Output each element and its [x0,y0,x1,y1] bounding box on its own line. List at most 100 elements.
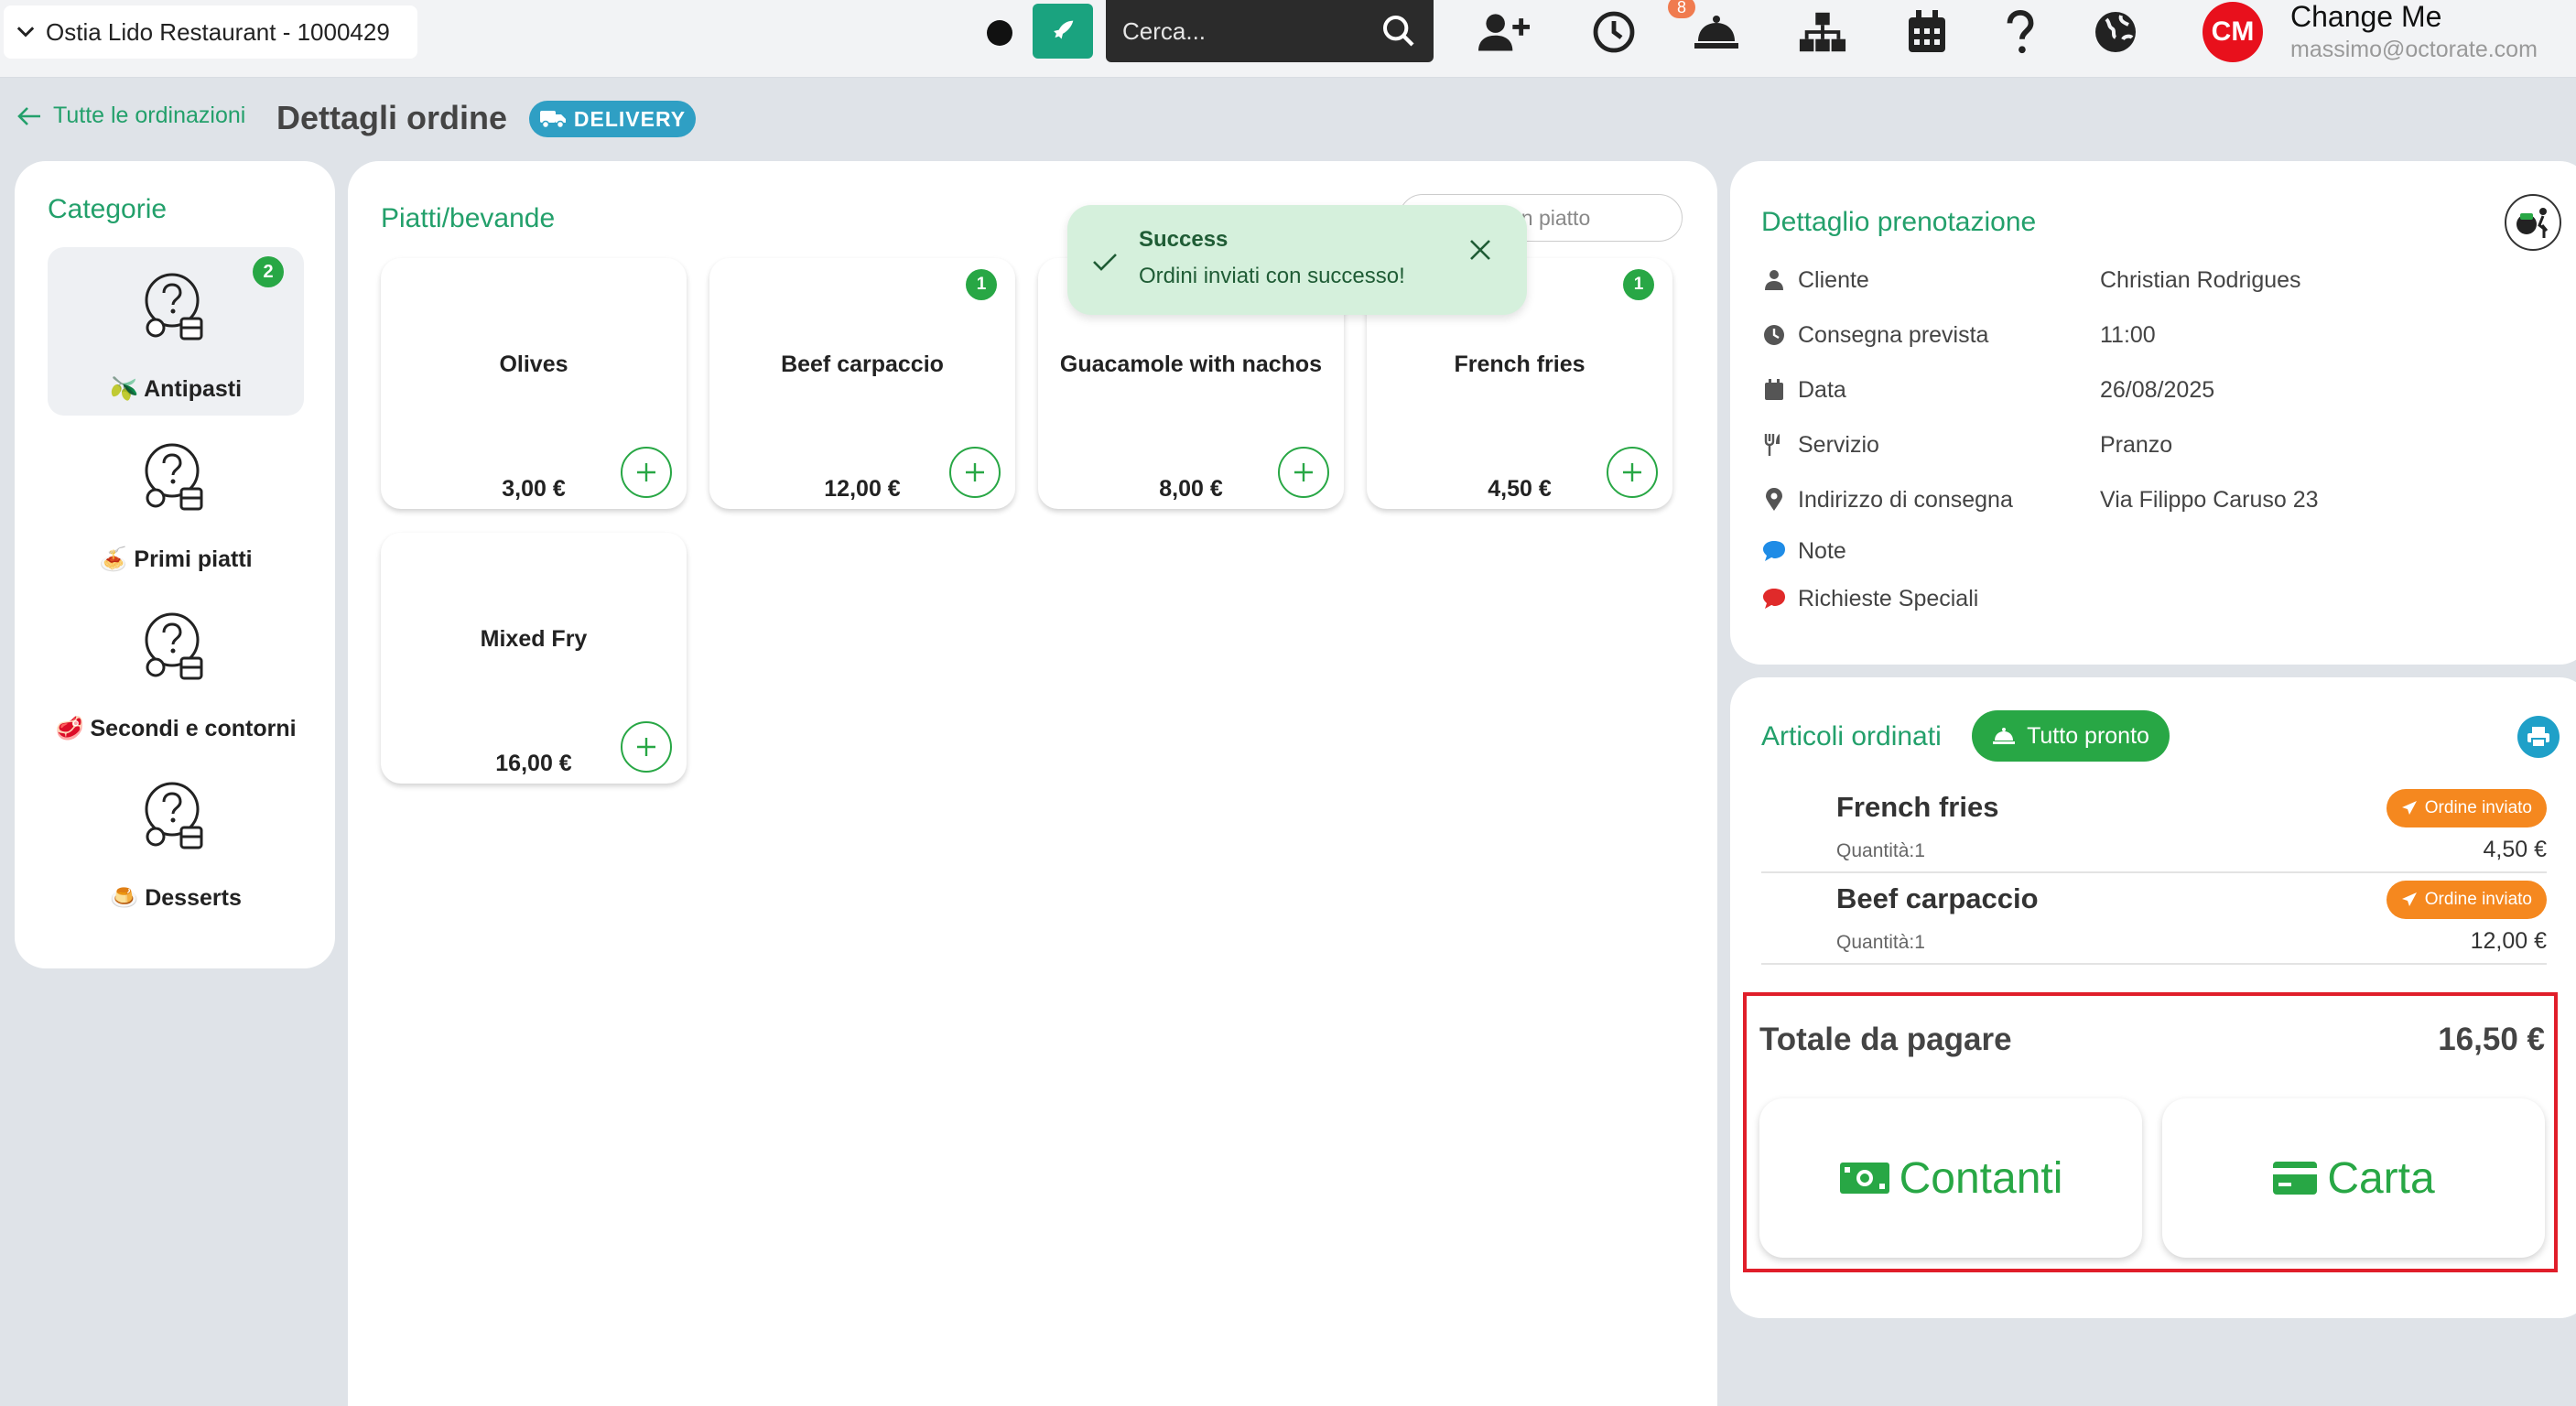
dish-name: Beef carpaccio [781,352,944,377]
service-bell-icon[interactable] [1690,5,1743,59]
arrow-left-icon [17,106,40,125]
delivery-mode-icon[interactable] [2505,194,2561,251]
pay-card-button[interactable]: Carta [2162,1098,2545,1258]
globe-icon[interactable] [2089,5,2142,59]
booking-row-special-requests: Richieste Speciali [1761,580,1978,617]
search-icon[interactable] [1380,13,1417,49]
rocket-button[interactable] [1033,4,1093,59]
ordered-item-name: Beef carpaccio [1836,882,2039,914]
food-placeholder-icon [145,782,203,849]
add-dish-button[interactable] [1278,447,1329,498]
avatar[interactable]: CM [2203,2,2263,62]
booking-title: Dettaglio prenotazione [1761,207,2037,237]
send-icon [2401,892,2417,906]
dish-name: Guacamole with nachos [1059,352,1323,377]
user-name: Change Me [2290,0,2442,33]
clock-icon[interactable] [1587,5,1640,59]
plus-icon [1623,463,1641,481]
add-dish-button[interactable] [621,447,672,498]
category-secondi-contorni[interactable]: 🥩 Secondi e contorni [48,587,304,755]
booking-row-service: Servizio [1761,427,1879,463]
category-desserts[interactable]: 🍮 Desserts [48,756,304,925]
booking-row-date: Data [1761,372,1846,408]
restaurant-selector[interactable]: Ostia Lido Restaurant - 1000429 [4,5,417,59]
help-icon[interactable] [1994,5,2047,59]
food-placeholder-icon [145,612,203,680]
dish-count-badge: 1 [1623,269,1654,300]
add-dish-button[interactable] [621,721,672,773]
booking-value-service: Pranzo [2100,432,2173,458]
category-antipasti[interactable]: 2 🫒 Antipasti [48,247,304,416]
pay-cash-button[interactable]: Contanti [1759,1098,2142,1258]
category-primi-piatti[interactable]: 🍝 Primi piatti [48,417,304,586]
order-status-badge: Ordine inviato [2386,881,2547,919]
top-bar: Ostia Lido Restaurant - 1000429 Cerca...… [0,0,2576,78]
booking-details-panel: Dettaglio prenotazione Cliente Christian… [1730,161,2576,665]
total-label: Totale da pagare [1759,1022,2012,1057]
add-dish-button[interactable] [949,447,1001,498]
booking-label: Indirizzo di consegna [1798,486,2013,513]
booking-value-client: Christian Rodrigues [2100,267,2301,293]
add-user-icon[interactable] [1477,5,1531,59]
toast-message: Ordini inviati con successo! [1139,264,1405,288]
print-button[interactable] [2517,716,2560,758]
booking-value-delivery-time: 11:00 [2100,322,2156,348]
dish-name: Olives [499,352,568,377]
food-placeholder-icon [145,273,203,341]
booking-label: Richieste Speciali [1798,585,1979,611]
calendar-icon [1761,379,1787,401]
booking-value-address: Via Filippo Caruso 23 [2100,487,2319,513]
back-link-label: Tutte le ordinazioni [53,103,246,128]
calendar-icon[interactable] [1900,5,1954,59]
ordered-item-price: 4,50 € [2483,837,2547,862]
restaurant-name: Ostia Lido Restaurant - 1000429 [46,17,390,46]
send-icon [2401,801,2417,815]
booking-row-address: Indirizzo di consegna [1761,481,2013,518]
all-ready-label: Tutto pronto [2027,722,2149,749]
booking-value-date: 26/08/2025 [2100,377,2215,403]
payment-section: Totale da pagare 16,50 € Contanti Carta [1743,992,2558,1272]
sitemap-icon[interactable] [1796,5,1849,59]
categories-panel: Categorie 2 🫒 Antipasti 🍝 Primi piatti 🥩… [15,161,335,968]
search-placeholder: Cerca... [1122,16,1207,45]
all-ready-button[interactable]: Tutto pronto [1972,710,2170,762]
user-email: massimo@octorate.com [2290,37,2538,62]
plus-icon [966,463,984,481]
booking-label: Note [1798,537,1846,564]
order-status-label: Ordine inviato [2424,890,2532,909]
ordered-item: Beef carpaccio Quantità:1 Ordine inviato… [1761,871,2547,965]
food-placeholder-icon [145,443,203,511]
ordered-item: French fries Quantità:1 Ordine inviato 4… [1761,780,2547,873]
add-dish-button[interactable] [1607,447,1658,498]
dish-card-beef-carpaccio[interactable]: 1 Beef carpaccio 12,00 € [709,258,1015,509]
ordered-item-price: 12,00 € [2470,928,2547,954]
check-icon [1093,254,1117,271]
pay-cash-label: Contanti [1899,1153,2063,1203]
plus-icon [1294,463,1313,481]
success-toast: Success Ordini inviati con successo! [1067,205,1527,315]
plus-icon [637,463,655,481]
money-bill-icon [1839,1163,1889,1194]
dish-card-mixed-fry[interactable]: Mixed Fry 16,00 € [381,533,687,784]
plus-icon [637,738,655,756]
map-pin-icon [1761,488,1787,512]
category-label: 🍮 Desserts [110,885,242,911]
category-count-badge: 2 [253,256,284,287]
status-indicator [987,20,1012,46]
category-label: 🫒 Antipasti [109,376,243,402]
booking-label: Servizio [1798,431,1879,458]
toast-title: Success [1139,227,1228,252]
pay-card-label: Carta [2327,1153,2435,1203]
search-input[interactable]: Cerca... [1106,0,1434,62]
comment-icon [1761,588,1787,610]
total-value: 16,50 € [2438,1022,2545,1057]
close-icon[interactable] [1468,238,1492,262]
booking-label: Data [1798,376,1846,403]
order-type-badge: DELIVERY [529,101,696,137]
dish-card-olives[interactable]: Olives 3,00 € [381,258,687,509]
user-icon [1761,269,1787,291]
back-to-orders-link[interactable]: Tutte le ordinazioni [16,103,245,129]
ordered-title: Articoli ordinati [1761,721,1942,752]
category-label: 🍝 Primi piatti [99,546,253,572]
booking-row-client: Cliente [1761,262,1869,298]
